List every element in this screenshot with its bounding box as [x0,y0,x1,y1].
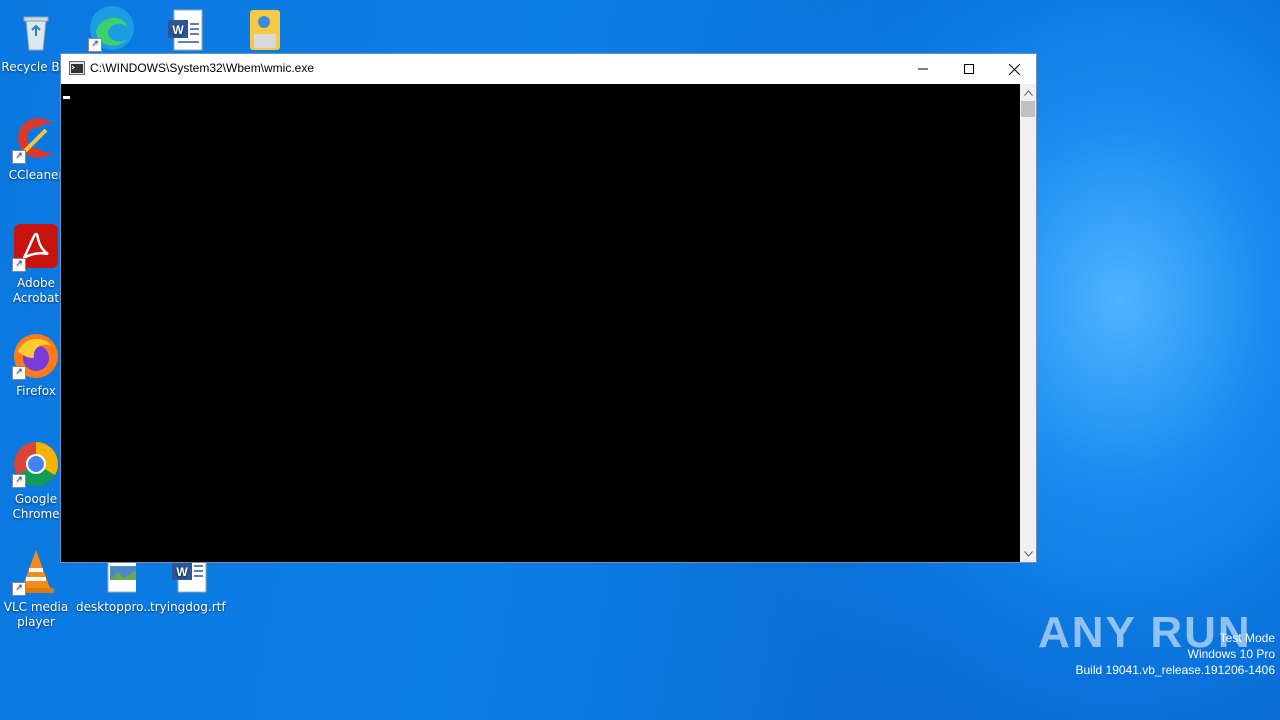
shortcut-arrow-icon: ↗ [12,474,26,488]
svg-text:W: W [176,565,188,579]
window-titlebar[interactable]: C:\WINDOWS\System32\Wbem\wmic.exe [61,54,1036,84]
vertical-scrollbar[interactable] [1020,84,1036,562]
scrollbar-thumb[interactable] [1021,101,1035,117]
windows-watermark: Test Mode Windows 10 Pro Build 19041.vb_… [1076,630,1276,678]
close-button[interactable] [991,54,1037,84]
close-icon [1008,63,1020,75]
shortcut-arrow-icon: ↗ [12,366,26,380]
desktop-icon-label: tryingdog.rtf [150,600,226,614]
desktop-icon-label: VLC media player [3,600,69,629]
console-output-area[interactable] [61,84,1020,562]
scroll-up-button[interactable] [1020,84,1036,101]
scroll-down-button[interactable] [1020,545,1036,562]
minimize-icon [918,68,928,70]
chevron-down-icon [1023,550,1033,557]
watermark-line: Build 19041.vb_release.191206-1406 [1075,663,1276,677]
console-app-icon [69,61,85,75]
adobe-acrobat-icon: ↗ [12,224,60,272]
text-cursor [63,96,70,99]
svg-text:W: W [172,23,184,37]
wmic-console-window[interactable]: C:\WINDOWS\System32\Wbem\wmic.exe [60,53,1037,563]
watermark-line: Windows 10 Pro [1187,647,1275,661]
shortcut-arrow-icon: ↗ [12,150,26,164]
firefox-icon: ↗ [12,332,60,380]
shortcut-arrow-icon: ↗ [12,258,26,272]
chrome-icon: ↗ [12,440,60,488]
desktop-icon-folder[interactable] [224,6,296,58]
minimize-button[interactable] [900,54,946,84]
vlc-icon: ↗ [12,548,60,596]
watermark-line: Test Mode [1219,631,1275,645]
desktop-icon-label: desktoppro... [76,600,155,614]
window-title: C:\WINDOWS\System32\Wbem\wmic.exe [90,61,315,75]
word-document-icon: W [160,8,208,56]
shortcut-arrow-icon: ↗ [88,38,102,52]
maximize-icon [964,64,974,74]
ccleaner-icon: ↗ [12,116,62,164]
shortcut-arrow-icon: ↗ [12,582,26,596]
maximize-button[interactable] [946,54,992,84]
recycle-bin-icon [12,8,60,56]
folder-icon [236,6,284,54]
chevron-up-icon [1023,89,1033,96]
edge-icon: ↗ [88,4,136,52]
desktop-icon-edge[interactable]: ↗ [76,4,148,56]
